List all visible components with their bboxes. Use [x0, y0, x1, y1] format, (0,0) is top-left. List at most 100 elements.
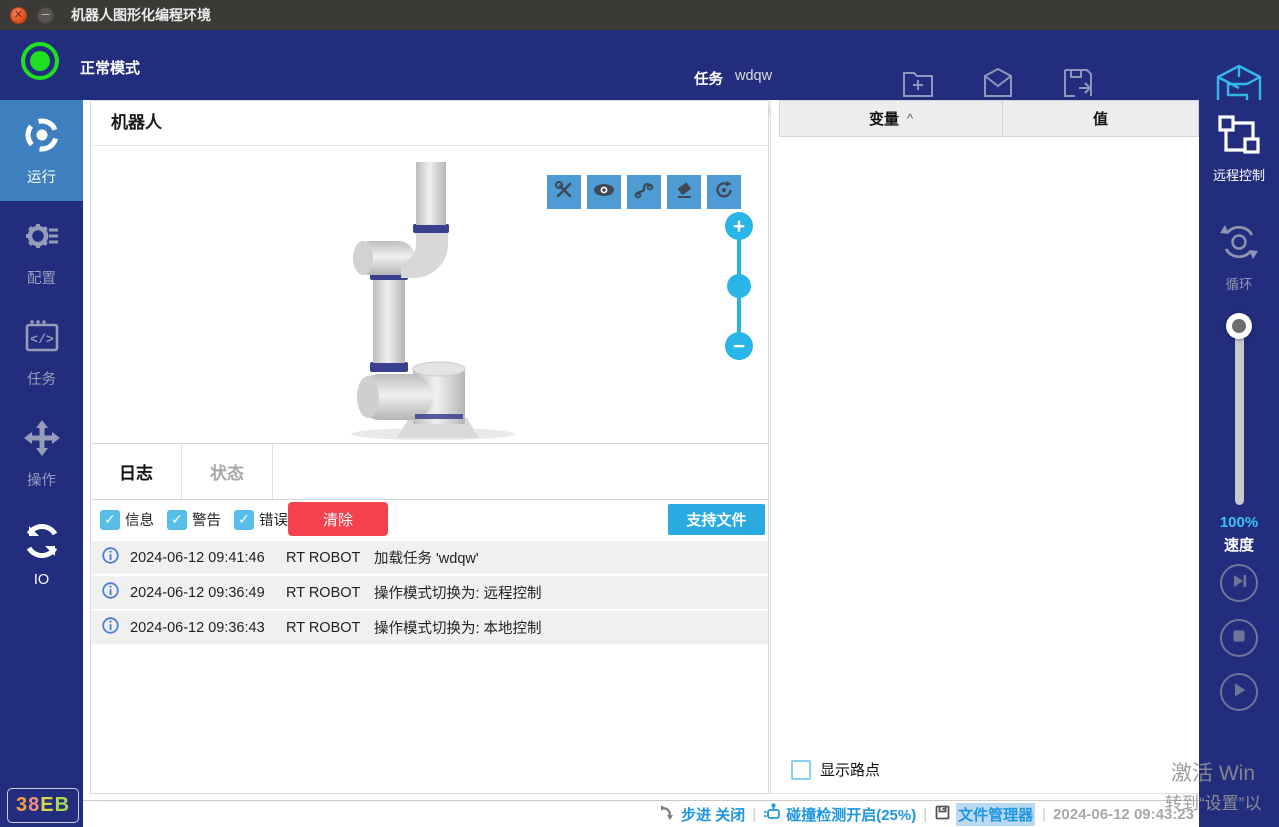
remote-control-label: 远程控制 [1213, 165, 1265, 184]
show-waypoints-checkbox[interactable]: 显示路点 [791, 759, 880, 780]
sidebar-task-label: 任务 [27, 368, 56, 389]
support-files-button[interactable]: 支持文件 [668, 504, 765, 535]
log-tabs: 日志 状态 [91, 444, 768, 500]
app-header: 正常模式 任务 wdqw 配置 default 新建 打开 保存 [0, 30, 1279, 100]
skip-forward-icon [1228, 570, 1250, 597]
variables-table-header: 变量 ^ 值 [779, 100, 1199, 137]
sidebar-item-task[interactable]: </> 任务 [0, 302, 83, 403]
stop-button[interactable] [1220, 619, 1258, 657]
filter-error-checkbox[interactable]: ✓ 错误 [234, 509, 288, 530]
column-header-value[interactable]: 值 [1002, 100, 1199, 137]
spline-path-icon [634, 180, 654, 205]
window-close-button[interactable]: ✕ [10, 7, 27, 24]
task-field: 任务 wdqw [694, 68, 772, 89]
run-icon [22, 115, 62, 159]
tab-log[interactable]: 日志 [91, 444, 182, 499]
zoom-in-button[interactable]: + [725, 212, 753, 240]
clear-log-button[interactable]: 清除 [288, 502, 388, 536]
filter-info-label: 信息 [125, 509, 154, 530]
variable-column-label: 变量 [869, 108, 899, 129]
task-value: wdqw [735, 68, 772, 89]
collision-detection-toggle[interactable]: 碰撞检测开启(25%) [763, 803, 916, 825]
log-source: RT ROBOT [286, 550, 374, 566]
badge-char: 3 [16, 794, 28, 817]
log-entry[interactable]: 2024-06-12 09:41:46 RT ROBOT 加载任务 'wdqw' [91, 541, 768, 574]
log-entry[interactable]: 2024-06-12 09:36:43 RT ROBOT 操作模式切换为: 本地… [91, 611, 768, 644]
badge-char: 8 [28, 794, 40, 817]
speed-slider-handle[interactable] [1226, 313, 1252, 339]
tab-status[interactable]: 状态 [182, 444, 273, 499]
filter-warning-label: 警告 [192, 509, 221, 530]
status-separator: | [1042, 806, 1046, 823]
eye-icon [593, 180, 615, 205]
move-arrows-icon [22, 418, 62, 462]
loop-icon [1217, 220, 1261, 267]
log-list: 2024-06-12 09:41:46 RT ROBOT 加载任务 'wdqw'… [91, 541, 768, 644]
viewport-zoom-control: + − [725, 212, 753, 374]
viewport-reset-button[interactable] [707, 175, 741, 209]
mode-label: 正常模式 [80, 57, 140, 78]
file-manager-label: 文件管理器 [956, 803, 1035, 826]
viewport-visibility-button[interactable] [587, 175, 621, 209]
gear-icon [22, 216, 62, 260]
viewport-path-button[interactable] [627, 175, 661, 209]
tools-icon [554, 180, 574, 205]
filter-warning-checkbox[interactable]: ✓ 警告 [167, 509, 221, 530]
log-entry[interactable]: 2024-06-12 09:36:49 RT ROBOT 操作模式切换为: 远程… [91, 576, 768, 609]
window-minimize-button[interactable]: ─ [37, 7, 54, 24]
mode-status-indicator-icon [21, 42, 59, 80]
info-icon [102, 547, 119, 568]
sidebar-item-operate[interactable]: 操作 [0, 403, 83, 504]
log-message: 操作模式切换为: 远程控制 [374, 582, 768, 603]
sidebar-operate-label: 操作 [27, 469, 56, 490]
remote-control-button[interactable]: 远程控制 [1199, 114, 1279, 184]
step-mode-toggle[interactable]: 步进 关闭 [659, 804, 745, 825]
badge-char: B [55, 794, 70, 817]
checkbox-checked-icon: ✓ [167, 510, 187, 530]
speed-label: 速度 [1199, 534, 1279, 555]
viewport-tools-button[interactable] [547, 175, 581, 209]
sidebar-io-label: IO [34, 572, 49, 588]
filter-info-checkbox[interactable]: ✓ 信息 [100, 509, 154, 530]
log-source: RT ROBOT [286, 585, 374, 601]
sidebar-item-config[interactable]: 配置 [0, 201, 83, 302]
status-clock: 2024-06-12 09:43:23 [1053, 806, 1194, 823]
step-arrow-icon [659, 804, 676, 825]
status-bar: 步进 关闭 | 碰撞检测开启(25%) | 文件管理器 | 2024-06-12… [83, 800, 1199, 827]
sidebar-item-io[interactable]: IO [0, 504, 83, 605]
title-bar: ✕ ─ 机器人图形化编程环境 [0, 0, 1279, 30]
file-manager-button[interactable]: 文件管理器 [934, 803, 1035, 826]
zoom-slider-handle[interactable] [727, 274, 751, 298]
reset-rotate-icon [714, 180, 734, 205]
log-source: RT ROBOT [286, 620, 374, 636]
play-button[interactable] [1220, 673, 1258, 711]
sort-caret-icon: ^ [907, 111, 913, 126]
variables-panel: 变量 ^ 值 显示路点 [770, 100, 1199, 794]
info-icon [102, 582, 119, 603]
step-forward-button[interactable] [1220, 564, 1258, 602]
badge-char: E [40, 794, 54, 817]
checkbox-unchecked-icon [791, 760, 811, 780]
save-icon [1060, 66, 1096, 102]
show-waypoints-label: 显示路点 [820, 759, 880, 780]
viewport-toolbar [547, 175, 741, 209]
robot-3d-viewport[interactable]: + − [91, 146, 768, 444]
sidebar-item-run[interactable]: 运行 [0, 100, 83, 201]
log-timestamp: 2024-06-12 09:36:49 [130, 585, 286, 601]
zoom-out-button[interactable]: − [725, 332, 753, 360]
log-timestamp: 2024-06-12 09:41:46 [130, 550, 286, 566]
robot-panel-title: 机器人 [91, 101, 768, 146]
value-column-label: 值 [1093, 108, 1108, 129]
step-mode-label: 步进 关闭 [681, 804, 745, 825]
status-separator: | [923, 806, 927, 823]
log-filter-row: ✓ 信息 ✓ 警告 ✓ 错误 清除 支持文件 [91, 500, 768, 539]
loop-button[interactable]: 循环 [1199, 220, 1279, 293]
column-header-variable[interactable]: 变量 ^ [779, 100, 1002, 137]
code-window-icon: </> [22, 317, 62, 361]
io-swap-icon [22, 521, 62, 565]
viewport-eraser-button[interactable] [667, 175, 701, 209]
eraser-icon [674, 180, 694, 205]
file-manager-icon [934, 804, 951, 825]
right-sidebar: 远程控制 循环 100% 速度 [1199, 100, 1279, 827]
speed-slider-track[interactable] [1235, 322, 1244, 505]
